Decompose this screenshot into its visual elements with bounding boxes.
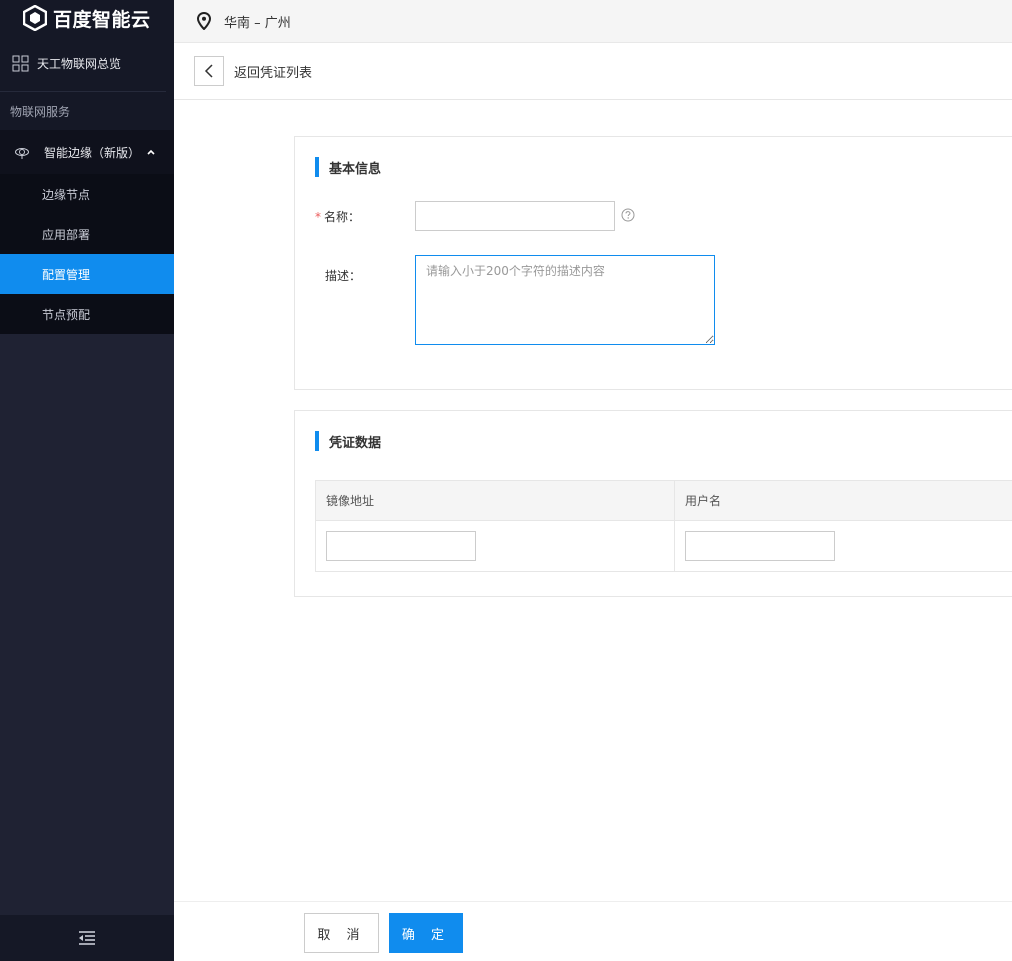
brand-name: 百度智能云 [53,8,151,31]
name-label: * 名称： [315,208,360,225]
section-accent-bar [315,157,319,177]
table-row [316,521,1012,571]
section-title-text: 凭证数据 [329,435,382,451]
top-bar: 华南 – 广州 [174,0,1012,43]
chevron-left-icon [204,64,213,78]
page-header: 返回凭证列表 [174,43,1012,100]
required-marker: * [315,210,321,224]
section-accent-bar [315,431,319,451]
sidebar: 百度智能云 天工物联网总览 物联网服务 智能边缘（新版） 边缘节点 应用部署 配… [0,0,174,961]
confirm-button[interactable]: 确 定 [389,913,463,953]
sidebar-item-app-deploy[interactable]: 应用部署 [0,214,174,254]
sidebar-group-label: 智能边缘（新版） [44,145,141,160]
sidebar-item-node-provisioning[interactable]: 节点预配 [0,294,174,334]
column-header-registry: 镜像地址 [316,481,675,520]
cancel-button[interactable]: 取 消 [304,913,379,953]
back-button[interactable] [194,56,224,86]
description-textarea[interactable] [415,255,715,345]
baidu-cloud-logo-icon [23,5,47,31]
section-title: 基本信息 [315,157,381,177]
location-pin-icon [196,12,212,30]
edge-node-icon [15,148,29,159]
sidebar-item-config-management[interactable]: 配置管理 [0,254,174,294]
sidebar-item-label: 天工物联网总览 [37,57,122,71]
username-input[interactable] [685,531,835,561]
region-selector[interactable]: 华南 – 广州 [224,12,291,31]
table-cell [316,521,675,571]
table-header: 镜像地址 用户名 [316,481,1012,521]
column-header-username: 用户名 [675,481,1012,520]
name-label-text: 名称： [324,210,361,224]
collapse-menu-icon [79,931,95,945]
sidebar-section-label: 物联网服务 [0,92,174,130]
credential-data-card: 凭证数据 镜像地址 用户名 [294,410,1012,597]
table-cell [675,521,1012,571]
credential-table: 镜像地址 用户名 [315,480,1012,572]
chevron-up-icon [147,149,155,155]
registry-address-input[interactable] [326,531,476,561]
form-footer: 取 消 确 定 [174,901,1012,961]
sidebar-item-overview[interactable]: 天工物联网总览 [0,36,166,92]
sidebar-collapse-button[interactable] [0,915,174,961]
help-icon[interactable] [621,208,635,222]
description-label: 描述： [325,269,362,283]
section-title: 凭证数据 [315,431,381,451]
basic-info-card: 基本信息 * 名称： 描述： [294,136,1012,390]
brand-logo[interactable]: 百度智能云 [0,0,174,36]
sidebar-submenu: 边缘节点 应用部署 配置管理 节点预配 [0,174,174,334]
sidebar-item-edge-nodes[interactable]: 边缘节点 [0,174,174,214]
back-link-label[interactable]: 返回凭证列表 [234,62,312,81]
name-input[interactable] [415,201,615,231]
sidebar-group-edge[interactable]: 智能边缘（新版） [0,130,174,174]
grid-icon [12,55,29,72]
section-title-text: 基本信息 [329,161,382,177]
